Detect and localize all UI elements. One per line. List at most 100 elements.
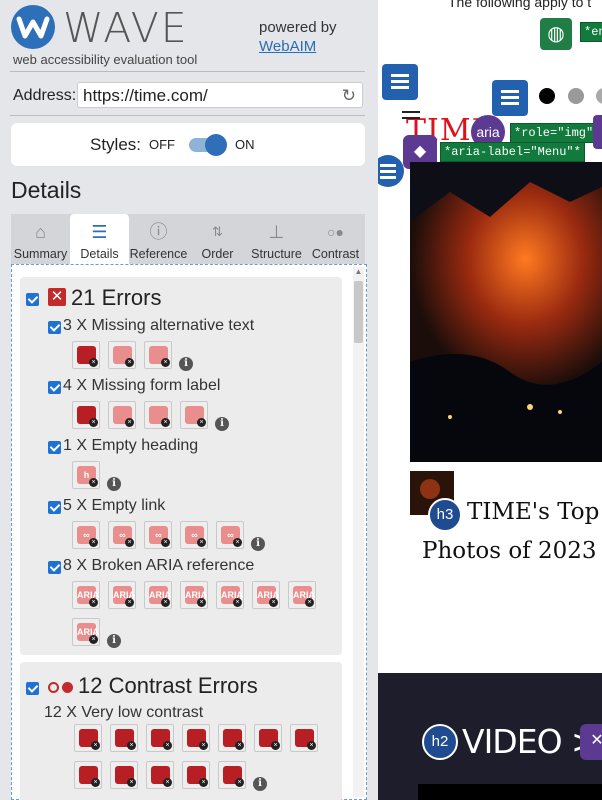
carousel-dot[interactable] [596, 88, 602, 104]
error-marker-icon[interactable]: × [180, 401, 208, 429]
hamburger-icon[interactable] [402, 111, 420, 113]
video-player[interactable] [418, 784, 602, 800]
scroll-up-icon[interactable]: ▲ [353, 267, 364, 277]
error-marker-icon[interactable]: × [218, 724, 246, 752]
error-marker-icon[interactable]: ∞ × [180, 521, 208, 549]
tab-label: Details [80, 247, 119, 261]
error-marker-icon[interactable]: ∞ × [108, 521, 136, 549]
error-marker-icon[interactable]: ARIA × [252, 581, 280, 609]
webaim-link[interactable]: WebAIM [259, 38, 316, 55]
carousel-dot[interactable] [539, 88, 555, 104]
menu-icon[interactable] [382, 64, 418, 100]
hero-image[interactable] [410, 162, 602, 462]
error-marker-icon[interactable]: × [72, 401, 100, 429]
address-value: https://time.com/ [83, 86, 208, 105]
marker-x-icon: × [199, 778, 208, 787]
error-marker-icon[interactable]: × [108, 341, 136, 369]
reload-icon[interactable]: ↻ [342, 86, 356, 106]
marker-x-icon: × [161, 538, 170, 547]
item-checkbox[interactable] [48, 501, 61, 514]
error-marker-icon[interactable]: × [254, 724, 282, 752]
aria-label-tag: *aria-label="Menu"* [440, 142, 585, 162]
contrast-icon: ○● [327, 224, 344, 240]
info-icon[interactable]: i [107, 477, 121, 491]
contrast-icon [48, 681, 76, 695]
scrollbar-thumb[interactable] [354, 281, 363, 343]
error-item-title: 5 X Empty link [63, 497, 166, 514]
info-icon[interactable]: i [107, 634, 121, 648]
info-icon: ⓘ [149, 222, 168, 242]
tab-summary[interactable]: ⌂ Summary [11, 214, 70, 264]
marker-x-icon: × [161, 358, 170, 367]
error-marker-icon[interactable]: × [290, 724, 318, 752]
menu-icon[interactable] [492, 80, 528, 116]
info-icon[interactable]: i [179, 357, 193, 371]
marker-x-icon: × [125, 538, 134, 547]
globe-icon[interactable]: ◍ [540, 18, 572, 50]
tab-contrast[interactable]: ○● Contrast [306, 214, 365, 264]
error-marker-icon[interactable]: × [144, 401, 172, 429]
error-marker-icon[interactable]: ∞ × [72, 521, 100, 549]
error-marker-icon[interactable]: ARIA × [108, 581, 136, 609]
details-panel[interactable]: ▲ ✕ 21 Errors 3 X Missing alternative te… [11, 264, 367, 800]
h3-badge: h3 [428, 498, 462, 532]
error-marker-icon[interactable]: ARIA × [144, 581, 172, 609]
error-marker-icon[interactable]: ∞ × [216, 521, 244, 549]
info-icon[interactable]: i [251, 537, 265, 551]
error-marker-icon[interactable]: ∞ × [144, 521, 172, 549]
tab-order[interactable]: ⇅ Order [188, 214, 247, 264]
error-marker-icon[interactable]: × [218, 761, 246, 789]
marker-x-icon: × [89, 358, 98, 367]
item-checkbox[interactable] [48, 561, 61, 574]
headline-line-2[interactable]: Photos of 2023 [422, 538, 597, 564]
info-icon[interactable]: i [253, 777, 267, 791]
item-checkbox[interactable] [48, 321, 61, 334]
address-input[interactable]: https://time.com/ ↻ [77, 82, 363, 108]
tag-icon [593, 115, 602, 149]
tab-structure[interactable]: ⊥ Structure [247, 214, 306, 264]
marker-x-icon: × [233, 598, 242, 607]
item-checkbox[interactable] [48, 441, 61, 454]
marker-x-icon: × [197, 598, 206, 607]
tab-label: Order [201, 247, 234, 261]
info-icon[interactable]: i [215, 417, 229, 431]
marker-x-icon: × [163, 778, 172, 787]
details-heading: Details [11, 177, 82, 203]
error-marker-icon[interactable]: ARIA × [72, 581, 100, 609]
item-checkbox[interactable] [48, 381, 61, 394]
marker-x-icon: × [89, 478, 98, 487]
errors-checkbox[interactable] [26, 293, 39, 306]
error-marker-icon[interactable]: ARIA × [288, 581, 316, 609]
contrast-checkbox[interactable] [26, 682, 39, 695]
panel-tabs: ⌂ Summary ☰ Details ⓘ Reference ⇅ Order … [11, 214, 365, 264]
video-heading[interactable]: VIDEO > [462, 722, 599, 761]
error-marker-icon[interactable]: × [74, 761, 102, 789]
error-marker-icon[interactable]: h × [72, 461, 100, 489]
tab-details[interactable]: ☰ Details [70, 214, 129, 264]
marker-x-icon: × [307, 741, 316, 750]
tab-reference[interactable]: ⓘ Reference [129, 214, 188, 264]
contrast-item-title: 12 X Very low contrast [44, 704, 204, 721]
marker-x-icon: × [89, 635, 98, 644]
error-marker-icon[interactable]: ARIA × [180, 581, 208, 609]
marker-x-icon: × [305, 598, 314, 607]
marker-x-icon: × [197, 538, 206, 547]
error-marker-icon[interactable]: × [182, 761, 210, 789]
error-marker-icon[interactable]: ARIA × [72, 618, 100, 646]
carousel-dot[interactable] [568, 88, 584, 104]
hamburger-line [402, 117, 420, 119]
error-marker-icon[interactable]: × [74, 724, 102, 752]
headline-line-1[interactable]: TIME's Top 1 [467, 499, 602, 525]
error-marker-icon[interactable]: × [110, 761, 138, 789]
error-marker-icon[interactable]: × [146, 724, 174, 752]
error-marker-icon[interactable]: × [182, 724, 210, 752]
error-marker-icon[interactable]: ARIA × [216, 581, 244, 609]
errors-heading: 21 Errors [71, 285, 162, 310]
error-marker-icon[interactable]: × [110, 724, 138, 752]
styles-toggle[interactable] [189, 134, 227, 156]
error-marker-icon[interactable]: × [72, 341, 100, 369]
error-marker-icon[interactable]: × [108, 401, 136, 429]
panel-scrollbar[interactable]: ▲ [353, 267, 364, 797]
error-marker-icon[interactable]: × [146, 761, 174, 789]
error-marker-icon[interactable]: × [144, 341, 172, 369]
